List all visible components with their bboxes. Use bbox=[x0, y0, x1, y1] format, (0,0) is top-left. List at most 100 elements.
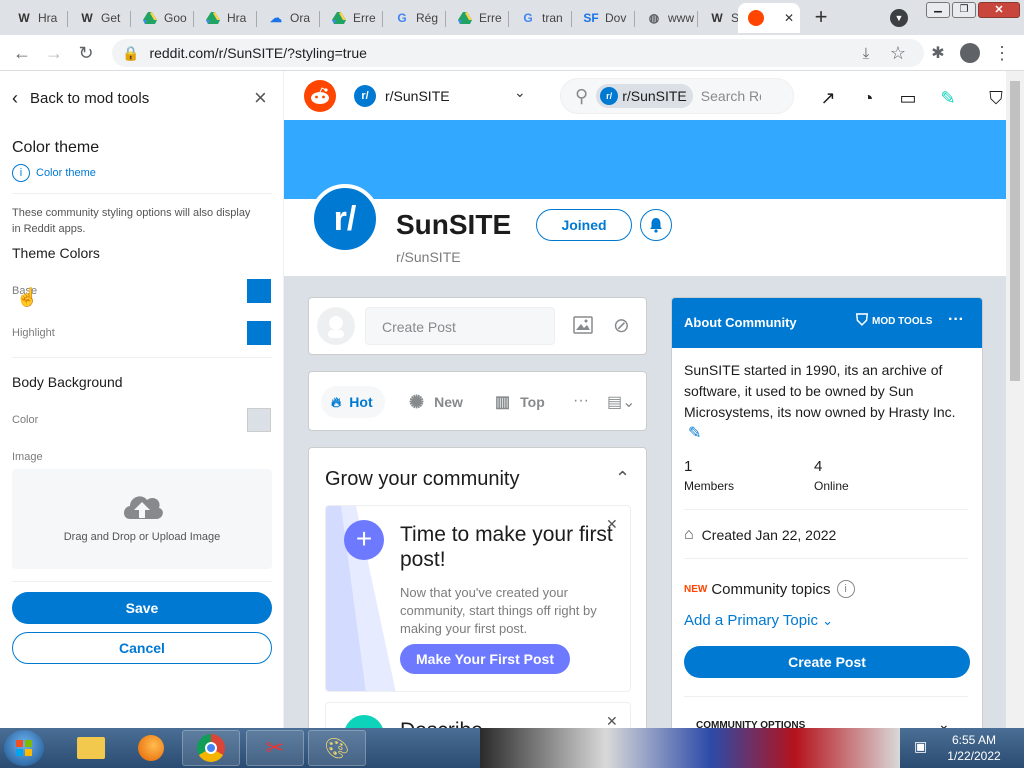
extensions-icon[interactable]: ✱ bbox=[926, 41, 950, 65]
divider bbox=[12, 193, 272, 194]
community-chip-icon: r/ bbox=[600, 87, 619, 105]
color-theme-link[interactable]: i Color theme bbox=[12, 164, 96, 182]
tab-separator bbox=[67, 11, 68, 27]
browser-tab[interactable]: SF Dov bbox=[573, 3, 635, 33]
tab-separator bbox=[508, 11, 509, 27]
minimize-icon[interactable]: ▁ bbox=[926, 2, 950, 18]
snipping-taskbar-icon[interactable]: ✂ bbox=[246, 730, 304, 766]
browser-tab[interactable]: W Hra bbox=[6, 3, 68, 33]
tab-separator bbox=[193, 11, 194, 27]
chrome-taskbar-icon[interactable] bbox=[182, 730, 240, 766]
profile-avatar-icon[interactable] bbox=[958, 41, 982, 65]
sort-new[interactable]: ✺ New bbox=[409, 386, 463, 418]
edit-pencil-icon[interactable]: ✎ bbox=[688, 425, 701, 442]
base-color-swatch[interactable] bbox=[247, 279, 271, 303]
color-label: Color bbox=[12, 414, 39, 426]
highlight-color-swatch[interactable] bbox=[247, 321, 271, 345]
body-color-swatch[interactable] bbox=[247, 408, 271, 432]
tab-label: Hra bbox=[38, 11, 58, 25]
community-selector[interactable]: r/ r/SunSITE ⌄ bbox=[354, 83, 534, 109]
browser-tab[interactable]: W Get bbox=[69, 3, 131, 33]
install-icon[interactable]: ⤓ bbox=[854, 41, 878, 65]
mod-tools-link[interactable]: ⛉ MOD TOOLS bbox=[856, 312, 932, 330]
more-sort-icon[interactable]: ··· bbox=[573, 392, 589, 410]
sort-top[interactable]: ▥ Top bbox=[495, 386, 545, 418]
coins-icon[interactable]: ✎ bbox=[936, 86, 960, 110]
W-favicon-icon: W bbox=[18, 11, 30, 25]
explorer-taskbar-icon[interactable] bbox=[62, 730, 120, 766]
options-chevron-icon[interactable]: ⌄ bbox=[938, 716, 950, 728]
restore-icon[interactable]: ❐ bbox=[952, 2, 976, 18]
search-bar[interactable]: ⚲ r/ r/SunSITE Search Re bbox=[560, 78, 794, 114]
reddit-logo-icon[interactable] bbox=[304, 80, 336, 112]
browser-tab[interactable]: G Rég bbox=[384, 3, 446, 33]
community-banner bbox=[284, 120, 1006, 199]
desktop-wallpaper-strip bbox=[480, 728, 900, 768]
browser-tab[interactable]: ✕ bbox=[738, 3, 800, 33]
divider bbox=[12, 581, 272, 582]
scrollbar-thumb[interactable] bbox=[1010, 81, 1020, 381]
page-scrollbar[interactable] bbox=[1006, 71, 1024, 728]
about-create-post-button[interactable]: Create Post bbox=[684, 646, 970, 678]
popular-icon[interactable]: ↗ bbox=[816, 86, 840, 110]
clock[interactable]: 6:55 AM 1/22/2022 bbox=[934, 732, 1014, 764]
mod-shield-icon[interactable]: ⛉ bbox=[984, 86, 1006, 110]
back-to-mod-tools[interactable]: ‹ Back to mod tools bbox=[12, 87, 149, 109]
url-field[interactable]: 🔒 reddit.com/r/SunSITE/?styling=true bbox=[112, 39, 924, 67]
add-primary-topic[interactable]: Add a Primary Topic ⌄ bbox=[684, 612, 833, 629]
notification-bell-icon[interactable] bbox=[640, 209, 672, 241]
close-window-icon[interactable]: ✕ bbox=[978, 2, 1020, 18]
new-tab-button[interactable]: + bbox=[808, 6, 834, 30]
paint-taskbar-icon[interactable]: 🎨︎ bbox=[308, 730, 366, 766]
card-close-icon[interactable]: ✕ bbox=[606, 713, 618, 728]
browser-tab[interactable]: Erre bbox=[321, 3, 383, 33]
tab-separator bbox=[634, 11, 635, 27]
image-upload-icon[interactable] bbox=[573, 315, 593, 335]
cancel-button[interactable]: Cancel bbox=[12, 632, 272, 664]
chat-icon[interactable]: ▭ bbox=[896, 86, 920, 110]
first-post-title: Time to make your first post! bbox=[400, 523, 613, 571]
browser-tab[interactable]: ☁ Ora bbox=[258, 3, 320, 33]
about-more-icon[interactable]: ··· bbox=[948, 311, 964, 329]
network-icon[interactable]: ▣ bbox=[914, 738, 927, 755]
browser-tab[interactable]: Erre bbox=[447, 3, 509, 33]
search-community-chip[interactable]: r/ r/SunSITE bbox=[596, 84, 693, 108]
drive-favicon-icon bbox=[142, 10, 158, 26]
save-button[interactable]: Save bbox=[12, 592, 272, 624]
tab-separator bbox=[256, 11, 257, 27]
stats-icon[interactable]: ◔ bbox=[856, 86, 880, 110]
first-post-card: + ✕ Time to make your first post! Now th… bbox=[325, 505, 631, 692]
browser-tab[interactable]: Hra bbox=[195, 3, 257, 33]
W-favicon-icon: W bbox=[711, 11, 723, 25]
browser-menu-icon[interactable]: ⋮ bbox=[990, 41, 1014, 65]
tab-label: Dov bbox=[605, 11, 627, 25]
view-layout-icon[interactable]: ▤⌄ bbox=[607, 392, 636, 412]
lock-icon: 🔒 bbox=[122, 44, 140, 61]
create-post-input[interactable]: Create Post bbox=[365, 307, 555, 345]
browser-tab[interactable]: ◍ www bbox=[636, 3, 698, 33]
firefox-taskbar-icon[interactable] bbox=[122, 730, 180, 766]
bookmark-star-icon[interactable]: ☆ bbox=[886, 41, 910, 65]
make-first-post-button[interactable]: Make Your First Post bbox=[400, 644, 570, 674]
reload-icon[interactable]: ↻ bbox=[74, 41, 98, 65]
address-toolbar: ← → ↻ 🔒 reddit.com/r/SunSITE/?styling=tr… bbox=[0, 35, 1024, 71]
link-icon[interactable]: ⊘ bbox=[613, 313, 630, 338]
topics-info-icon[interactable]: i bbox=[836, 580, 855, 598]
back-arrow-icon[interactable]: ← bbox=[10, 41, 34, 65]
collapse-chevron-icon[interactable]: ⌃ bbox=[615, 468, 630, 489]
cursor-pointer-icon: ☝ bbox=[16, 287, 39, 307]
divider bbox=[12, 357, 272, 358]
forward-arrow-icon[interactable]: → bbox=[42, 41, 66, 65]
tab-search-icon[interactable]: ▼ bbox=[890, 9, 908, 27]
community-options[interactable]: COMMUNITY OPTIONS bbox=[696, 720, 805, 728]
start-button[interactable] bbox=[4, 730, 44, 766]
close-panel-icon[interactable]: × bbox=[254, 85, 267, 111]
joined-button[interactable]: Joined bbox=[536, 209, 632, 241]
tab-label: Get bbox=[101, 11, 121, 25]
browser-tab[interactable]: Goo bbox=[132, 3, 194, 33]
sort-hot[interactable]: 🔥︎ Hot bbox=[321, 386, 385, 418]
user-avatar[interactable] bbox=[317, 307, 355, 345]
browser-tab[interactable]: Gtran bbox=[510, 3, 572, 33]
image-upload-zone[interactable]: Drag and Drop or Upload Image bbox=[12, 469, 272, 569]
tab-close-icon[interactable]: ✕ bbox=[784, 11, 794, 25]
